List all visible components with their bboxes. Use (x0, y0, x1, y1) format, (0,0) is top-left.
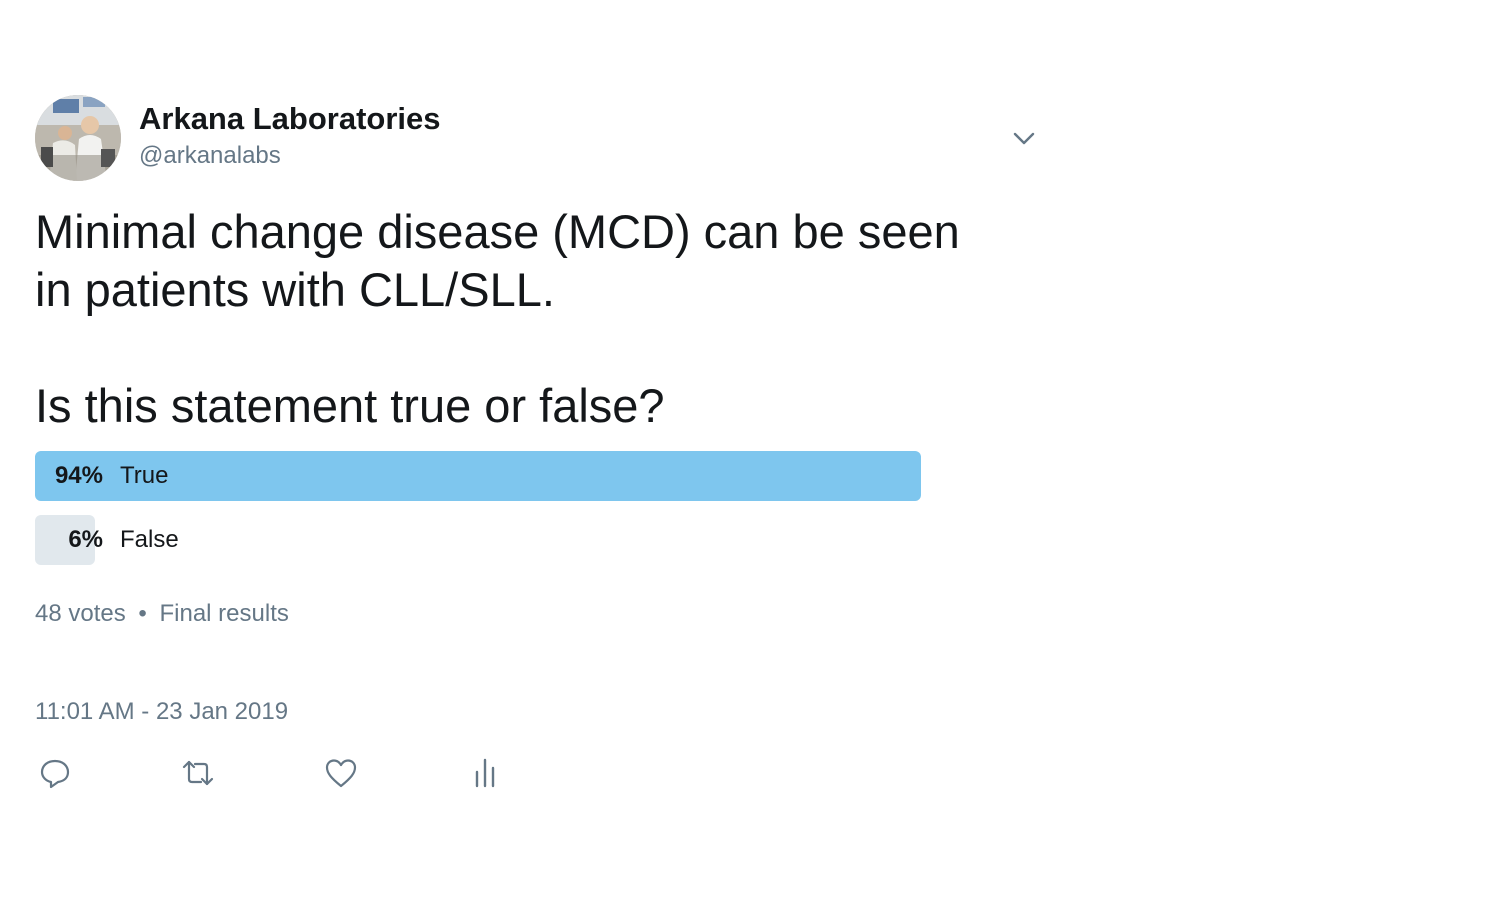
poll-meta: 48 votes • Final results (35, 600, 289, 628)
poll-choice-true[interactable]: 94% True (35, 451, 978, 501)
author-name[interactable]: Arkana Laboratories (139, 101, 441, 137)
poll-votes: 48 votes (35, 600, 126, 627)
retweet-icon[interactable] (180, 755, 220, 795)
tweet-text-line: in patients with CLL/SLL. (35, 263, 555, 316)
tweet: Arkana Laboratories @arkanalabs Minimal … (35, 95, 1045, 789)
tweet-text-line: Minimal change disease (MCD) can be seen (35, 205, 960, 258)
poll-question: Is this statement true or false? (35, 379, 665, 432)
poll-separator: • (138, 600, 147, 627)
tweet-text: Minimal change disease (MCD) can be seen… (35, 203, 1035, 435)
poll-choice-false[interactable]: 6% False (35, 515, 978, 565)
tweet-timestamp[interactable]: 11:01 AM - 23 Jan 2019 (35, 698, 288, 726)
poll-status: Final results (159, 600, 289, 627)
poll-percent: 6% (68, 526, 103, 553)
reply-icon[interactable] (37, 755, 77, 795)
poll-choice-label: True (120, 462, 169, 489)
avatar[interactable] (35, 95, 121, 181)
heart-icon[interactable] (323, 755, 363, 795)
poll-choice-label: False (120, 526, 179, 553)
chevron-down-icon[interactable] (1011, 125, 1037, 151)
poll: 94% True 6% False (35, 451, 978, 579)
avatar-photo (35, 95, 121, 181)
author-handle[interactable]: @arkanalabs (139, 142, 281, 170)
tweet-actions (35, 755, 535, 795)
poll-percent: 94% (54, 462, 103, 489)
tweet-header: Arkana Laboratories @arkanalabs (35, 95, 1045, 183)
analytics-icon[interactable] (467, 755, 507, 795)
